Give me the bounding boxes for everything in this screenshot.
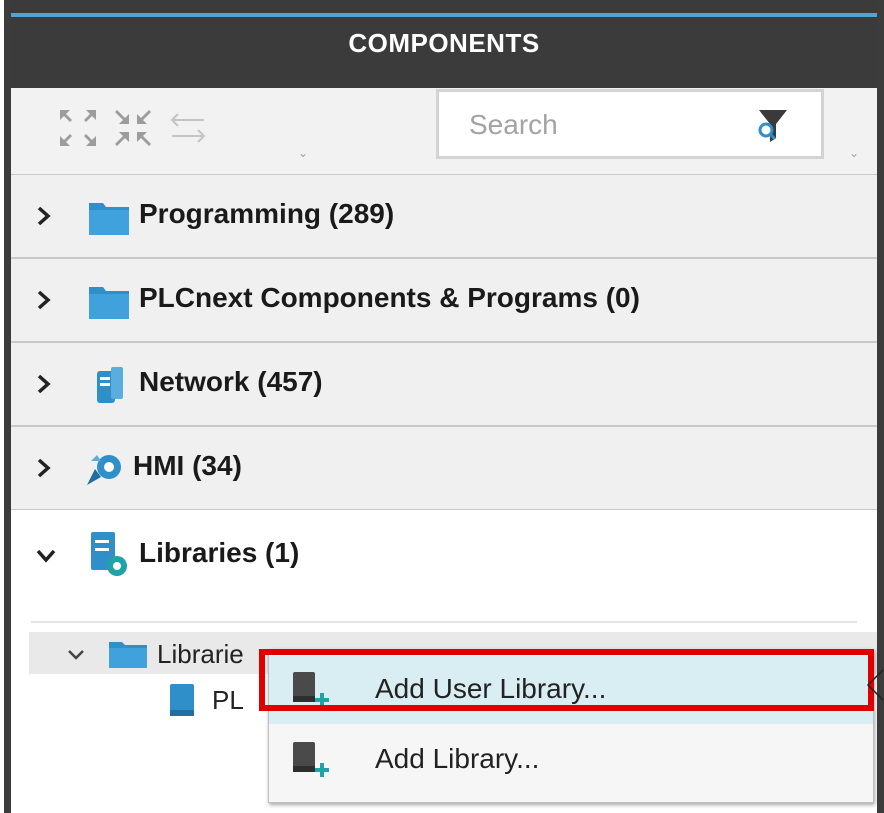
- chevron-right-icon[interactable]: [35, 373, 53, 395]
- category-label: HMI (34): [133, 450, 242, 481]
- category-label: Network (457): [139, 366, 323, 397]
- libraries-label[interactable]: Libraries (1): [139, 537, 299, 569]
- context-menu: Add User Library... Add Library...: [268, 649, 874, 803]
- panel-title: COMPONENTS: [348, 28, 540, 58]
- menu-item-add-user-library[interactable]: Add User Library...: [269, 656, 873, 724]
- search-input[interactable]: [467, 104, 721, 146]
- folder-icon: [89, 287, 129, 319]
- hmi-icon: [87, 455, 121, 485]
- libraries-divider: [31, 621, 857, 623]
- menu-item-label: Add Library...: [375, 743, 540, 774]
- menu-item-add-library[interactable]: Add Library...: [269, 726, 873, 794]
- category-hmi[interactable]: HMI (34): [11, 427, 877, 511]
- swap-arrows-icon[interactable]: [166, 106, 210, 150]
- library-gear-icon: [91, 532, 127, 576]
- filter-search-icon[interactable]: [755, 108, 791, 144]
- chevron-right-icon[interactable]: [35, 457, 53, 479]
- search-box: [436, 89, 824, 159]
- folder-icon: [89, 203, 129, 235]
- chevron-right-icon[interactable]: [35, 289, 53, 311]
- menu-item-label: Add User Library...: [375, 673, 607, 704]
- library-item-label[interactable]: PL: [212, 685, 244, 716]
- folder-icon: [109, 642, 147, 668]
- expand-all-icon[interactable]: [56, 106, 100, 150]
- panel-header: COMPONENTS: [11, 0, 877, 88]
- chevron-down-icon[interactable]: [35, 548, 57, 564]
- chevron-down-icon[interactable]: [66, 648, 86, 662]
- category-programming[interactable]: Programming (289): [11, 175, 877, 259]
- category-label: Programming (289): [139, 198, 395, 229]
- category-label: PLCnext Components & Programs (0): [139, 282, 640, 313]
- collapse-all-icon[interactable]: [111, 106, 155, 150]
- add-library-icon: [293, 742, 329, 777]
- search-dropdown-arrow[interactable]: ⌄: [849, 146, 859, 160]
- window-border-left: [4, 0, 11, 813]
- add-library-icon: [293, 672, 329, 707]
- header-accent-bar: [11, 13, 877, 17]
- network-device-icon: [97, 367, 123, 403]
- category-network[interactable]: Network (457): [11, 343, 877, 427]
- chevron-right-icon[interactable]: [35, 205, 53, 227]
- libraries-subfolder-label: Librarie: [157, 639, 244, 669]
- toolbar-dropdown-arrow[interactable]: ⌄: [298, 146, 308, 160]
- book-icon: [170, 684, 194, 716]
- annotation-callout-pointer: [866, 669, 884, 701]
- category-plcnext-components[interactable]: PLCnext Components & Programs (0): [11, 259, 877, 343]
- toolbar: ⌄ ⌄: [11, 88, 877, 175]
